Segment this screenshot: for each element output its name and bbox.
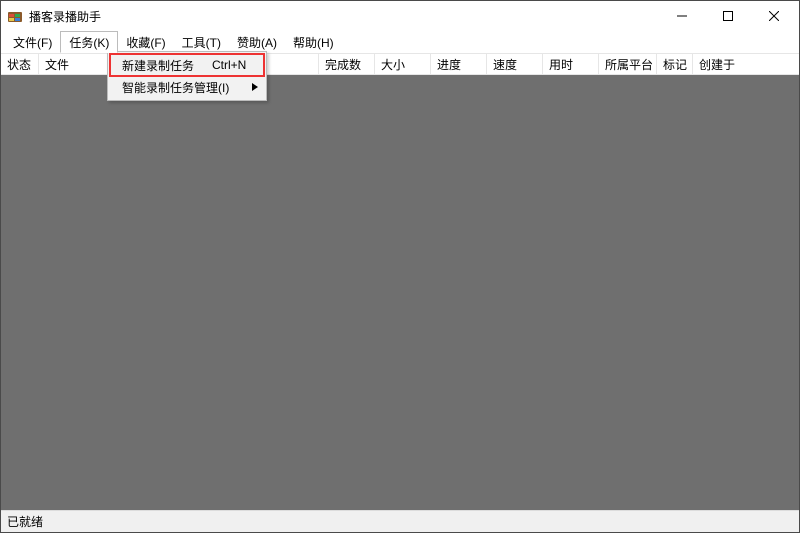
menu-label: 任务(K)	[69, 34, 109, 51]
menu-item-smart-recording-manage[interactable]: 智能录制任务管理(I)	[110, 76, 264, 98]
minimize-button[interactable]	[659, 1, 705, 31]
menu-tools[interactable]: 工具(T)	[174, 31, 229, 53]
status-bar: 已就绪	[1, 510, 799, 532]
col-mark[interactable]: 标记	[657, 54, 693, 74]
col-created[interactable]: 创建于	[693, 54, 799, 74]
submenu-arrow-icon	[252, 83, 258, 91]
status-text: 已就绪	[7, 513, 43, 530]
menu-label: 文件(F)	[13, 34, 52, 51]
col-platform[interactable]: 所属平台	[599, 54, 657, 74]
menu-item-label: 智能录制任务管理(I)	[122, 79, 229, 96]
menu-item-new-recording[interactable]: 新建录制任务 Ctrl+N	[110, 54, 264, 76]
menu-tasks[interactable]: 任务(K)	[60, 31, 118, 53]
col-speed[interactable]: 速度	[487, 54, 543, 74]
menu-label: 帮助(H)	[293, 34, 334, 51]
content-area	[1, 75, 799, 510]
menu-file[interactable]: 文件(F)	[5, 31, 60, 53]
menu-item-label: 新建录制任务	[122, 57, 194, 74]
menu-label: 收藏(F)	[126, 34, 165, 51]
menu-label: 工具(T)	[182, 34, 221, 51]
title-bar: 播客录播助手	[1, 1, 799, 31]
col-time[interactable]: 用时	[543, 54, 599, 74]
menu-label: 赞助(A)	[237, 34, 277, 51]
menu-favorites[interactable]: 收藏(F)	[118, 31, 173, 53]
close-button[interactable]	[751, 1, 797, 31]
menu-bar: 文件(F) 任务(K) 收藏(F) 工具(T) 赞助(A) 帮助(H)	[1, 31, 799, 53]
col-status[interactable]: 状态	[1, 54, 39, 74]
col-completed[interactable]: 完成数	[319, 54, 375, 74]
menu-help[interactable]: 帮助(H)	[285, 31, 342, 53]
menu-item-shortcut: Ctrl+N	[212, 58, 246, 72]
window-title: 播客录播助手	[29, 8, 659, 25]
col-size[interactable]: 大小	[375, 54, 431, 74]
menu-sponsor[interactable]: 赞助(A)	[229, 31, 285, 53]
app-icon	[7, 8, 23, 24]
app-window: 播客录播助手 文件(F) 任务(K) 收藏(F) 工具(T) 赞助(A) 帮助(…	[0, 0, 800, 533]
maximize-button[interactable]	[705, 1, 751, 31]
col-progress[interactable]: 进度	[431, 54, 487, 74]
tasks-dropdown: 新建录制任务 Ctrl+N 智能录制任务管理(I)	[107, 51, 267, 101]
